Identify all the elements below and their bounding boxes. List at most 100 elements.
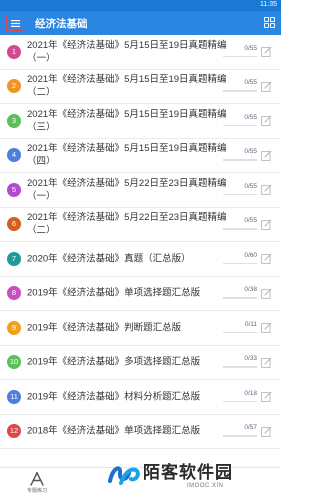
edit-icon[interactable] bbox=[261, 322, 272, 334]
item-number-badge: 4 bbox=[7, 148, 21, 163]
item-total-count: /18 bbox=[247, 389, 257, 397]
item-title: 2021年《经济法基础》5月22日至23日真题精编（一） bbox=[27, 177, 227, 202]
edit-icon[interactable] bbox=[261, 115, 272, 127]
edit-icon[interactable] bbox=[261, 253, 272, 265]
item-progress: 0/60 bbox=[223, 251, 257, 267]
item-progress-track bbox=[223, 55, 257, 58]
item-title: 2019年《经济法基础》单项选择题汇总版 bbox=[27, 287, 201, 299]
list-item[interactable]: 4 2021年《经济法基础》5月15日至19日真题精编（四） 0/55 bbox=[0, 138, 281, 173]
list-item[interactable]: 12 2018年《经济法基础》单项选择题汇总版 0/57 bbox=[0, 414, 281, 449]
item-title: 2021年《经济法基础》5月15日至19日真题精编（一） bbox=[27, 39, 227, 64]
edit-icon[interactable] bbox=[261, 150, 272, 161]
grid-view-icon[interactable] bbox=[264, 17, 275, 28]
item-number-badge: 7 bbox=[7, 251, 21, 266]
edit-icon[interactable] bbox=[261, 81, 272, 92]
item-number-badge: 11 bbox=[7, 389, 21, 404]
menu-button[interactable] bbox=[6, 15, 24, 31]
item-total-count: /55 bbox=[247, 113, 257, 121]
item-progress-track bbox=[223, 297, 257, 299]
item-title: 2021年《经济法基础》5月15日至19日真题精编（四） bbox=[27, 143, 227, 168]
item-progress-count: 0/33 bbox=[244, 355, 257, 362]
item-progress-count: 0/38 bbox=[244, 286, 257, 293]
item-progress-count: 0/55 bbox=[244, 45, 257, 52]
item-total-count: /11 bbox=[248, 320, 257, 328]
list-item[interactable]: 2 2021年《经济法基础》5月15日至19日真题精编（二） 0/55 bbox=[0, 69, 281, 104]
item-title: 2019年《经济法基础》判断题汇总版 bbox=[27, 322, 182, 334]
item-total-count: /55 bbox=[247, 217, 257, 225]
list-item[interactable]: 11 2019年《经济法基础》材料分析题汇总版 0/18 bbox=[0, 380, 281, 415]
item-total-count: /57 bbox=[247, 424, 257, 432]
list-item[interactable]: 1 2021年《经济法基础》5月15日至19日真题精编（一） 0/55 bbox=[0, 35, 281, 70]
item-progress: 0/33 bbox=[223, 354, 257, 370]
item-progress-count: 0/55 bbox=[244, 114, 257, 121]
item-number-badge: 1 bbox=[7, 44, 21, 59]
list-item[interactable]: 10 2019年《经济法基础》多项选择题汇总版 0/33 bbox=[0, 345, 281, 380]
item-progress-track bbox=[223, 124, 257, 127]
list-item[interactable]: 8 2019年《经济法基础》单项选择题汇总版 0/38 bbox=[0, 276, 281, 311]
item-title: 2021年《经济法基础》5月15日至19日真题精编（二） bbox=[27, 74, 227, 99]
page-title: 经济法基础 bbox=[35, 18, 88, 30]
item-progress-count: 0/55 bbox=[244, 217, 257, 224]
watermark: 陌客软件园 IMOOC.XIN bbox=[103, 455, 281, 500]
item-progress: 0/55 bbox=[223, 147, 257, 163]
item-progress-track bbox=[223, 193, 257, 196]
item-progress-track bbox=[223, 331, 257, 334]
edit-icon[interactable] bbox=[261, 219, 272, 230]
item-progress: 0/55 bbox=[223, 182, 257, 198]
item-progress-track bbox=[223, 435, 257, 437]
item-progress-count: 0/55 bbox=[244, 79, 257, 86]
item-number-badge: 9 bbox=[7, 320, 21, 335]
item-progress-track bbox=[223, 400, 257, 403]
item-total-count: /38 bbox=[247, 286, 257, 294]
tab-practice[interactable]: 专题练习 bbox=[18, 472, 56, 494]
item-total-count: /33 bbox=[247, 355, 257, 363]
item-title: 2019年《经济法基础》多项选择题汇总版 bbox=[27, 356, 201, 368]
item-number-badge: 5 bbox=[7, 182, 21, 197]
list-item[interactable]: 5 2021年《经济法基础》5月22日至23日真题精编（一） 0/55 bbox=[0, 173, 281, 208]
watermark-text: 陌客软件园 bbox=[143, 463, 233, 482]
item-progress-track bbox=[223, 90, 257, 92]
watermark-logo-icon bbox=[108, 466, 140, 485]
list-item[interactable]: 9 2019年《经济法基础》判断题汇总版 0/11 bbox=[0, 311, 281, 346]
item-progress-count: 0/55 bbox=[244, 148, 257, 155]
item-progress-track bbox=[223, 228, 257, 230]
status-time: 11:35 bbox=[260, 1, 277, 8]
practice-icon bbox=[30, 472, 44, 486]
item-progress-track bbox=[223, 366, 257, 368]
item-total-count: /60 bbox=[247, 251, 257, 259]
item-progress-count: 0/60 bbox=[244, 252, 257, 259]
item-title: 2019年《经济法基础》材料分析题汇总版 bbox=[27, 391, 201, 403]
item-progress: 0/55 bbox=[223, 78, 257, 94]
edit-icon[interactable] bbox=[261, 391, 272, 403]
item-number-badge: 3 bbox=[7, 113, 21, 128]
edit-icon[interactable] bbox=[261, 357, 272, 368]
menu-icon bbox=[10, 19, 20, 27]
list-item[interactable]: 3 2021年《经济法基础》5月15日至19日真题精编（三） 0/55 bbox=[0, 104, 281, 139]
exam-list: 1 2021年《经济法基础》5月15日至19日真题精编（一） 0/55 2 20… bbox=[0, 35, 281, 449]
item-progress: 0/18 bbox=[223, 389, 257, 405]
edit-icon[interactable] bbox=[261, 426, 272, 437]
item-progress: 0/55 bbox=[223, 216, 257, 232]
item-total-count: /55 bbox=[247, 182, 257, 190]
item-total-count: /55 bbox=[247, 44, 257, 52]
item-total-count: /55 bbox=[247, 79, 257, 87]
edit-icon[interactable] bbox=[261, 288, 272, 299]
edit-icon[interactable] bbox=[261, 184, 272, 196]
item-progress-count: 0/11 bbox=[245, 321, 257, 328]
item-title: 2021年《经济法基础》5月15日至19日真题精编（三） bbox=[27, 108, 227, 133]
item-progress: 0/38 bbox=[223, 285, 257, 301]
item-progress-count: 0/18 bbox=[244, 390, 257, 397]
edit-icon[interactable] bbox=[261, 46, 272, 58]
item-number-badge: 2 bbox=[7, 79, 21, 94]
list-item[interactable]: 7 2020年《经济法基础》真题（汇总版） 0/60 bbox=[0, 242, 281, 277]
item-title: 2021年《经济法基础》5月22日至23日真题精编（二） bbox=[27, 212, 227, 237]
item-progress-count: 0/55 bbox=[244, 183, 257, 190]
tab-practice-label: 专题练习 bbox=[26, 488, 47, 494]
item-progress: 0/57 bbox=[223, 423, 257, 439]
item-progress-count: 0/57 bbox=[244, 424, 257, 431]
list-item[interactable]: 6 2021年《经济法基础》5月22日至23日真题精编（二） 0/55 bbox=[0, 207, 281, 242]
item-progress: 0/55 bbox=[223, 113, 257, 129]
item-progress-track bbox=[223, 262, 257, 265]
item-number-badge: 10 bbox=[7, 355, 21, 370]
watermark-subtext: IMOOC.XIN bbox=[187, 483, 224, 489]
